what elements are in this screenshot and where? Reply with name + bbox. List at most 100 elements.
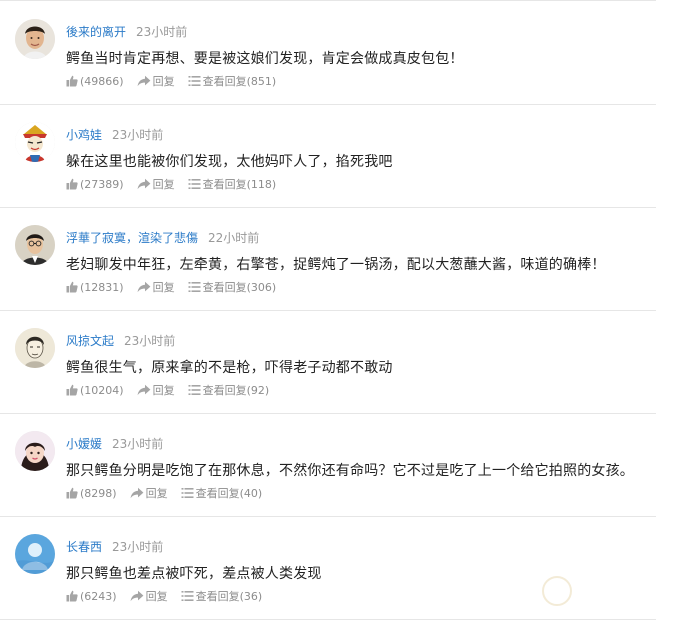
comment-text: 躲在这里也能被你们发现，太他妈吓人了，掐死我吧 <box>66 154 393 170</box>
thumbs-up-icon <box>66 281 78 293</box>
comment-header: 长春西 23小时前 <box>66 537 163 555</box>
reply-button[interactable]: 回复 <box>130 485 168 501</box>
timestamp: 23小时前 <box>112 539 164 554</box>
comment-actions: (49866) 回复 查看回复 (851) <box>66 73 289 89</box>
comment-header: 浮華了寂寞，渲染了悲傷 22小时前 <box>66 228 259 246</box>
like-count: (6243) <box>80 589 117 603</box>
avatar[interactable] <box>15 122 55 162</box>
view-replies-label: 查看回复 <box>195 487 240 500</box>
reply-button[interactable]: 回复 <box>137 279 175 295</box>
comment-item: 风掠文起 23小时前 鳄鱼很生气，原来拿的不是枪，吓得老子动都不敢动 (1020… <box>0 310 699 413</box>
comment-actions: (6243) 回复 查看回复 (36) <box>66 588 275 604</box>
like-button[interactable]: (8298) <box>66 487 117 500</box>
reply-count: (92) <box>246 383 270 397</box>
avatar[interactable] <box>15 19 55 59</box>
username-link[interactable]: 小鸡娃 <box>66 126 102 143</box>
username-link[interactable]: 小嫒媛 <box>66 435 102 452</box>
like-button[interactable]: (10204) <box>66 384 124 397</box>
avatar[interactable] <box>15 225 55 265</box>
timestamp: 23小时前 <box>136 24 188 39</box>
default-blue-avatar-icon <box>15 534 55 574</box>
comment-text: 鳄鱼当时肯定再想、要是被这娘们发现，肯定会做成真皮包包！ <box>66 51 464 67</box>
view-replies-button[interactable]: 查看回复 (851) <box>188 73 277 89</box>
comment-item: 後来的离开 23小时前 鳄鱼当时肯定再想、要是被这娘们发现，肯定会做成真皮包包！… <box>0 1 699 104</box>
list-icon <box>188 179 201 189</box>
list-icon <box>181 591 194 601</box>
watermark-emblem-icon <box>542 576 572 606</box>
reply-count: (36) <box>239 589 263 603</box>
view-replies-label: 查看回复 <box>202 178 247 191</box>
comment-header: 小嫒媛 23小时前 <box>66 434 163 452</box>
reply-count: (40) <box>239 486 263 500</box>
comment-header: 小鸡娃 23小时前 <box>66 125 163 143</box>
reply-label: 回复 <box>152 281 175 294</box>
comment-item: 小嫒媛 23小时前 那只鳄鱼分明是吃饱了在那休息，不然你还有命吗？它不过是吃了上… <box>0 413 699 516</box>
thumbs-up-icon <box>66 178 78 190</box>
reply-arrow-icon <box>137 384 150 396</box>
username-link[interactable]: 浮華了寂寞，渲染了悲傷 <box>66 229 198 246</box>
list-icon <box>188 76 201 86</box>
young-man-avatar-icon <box>15 19 55 59</box>
thumbs-up-icon <box>66 487 78 499</box>
comment-text: 老妇聊发中年狂，左牵黄，右擎苍，捉鳄炖了一锅汤，配以大葱蘸大酱，味道的确棒！ <box>66 257 606 273</box>
timestamp: 23小时前 <box>112 436 164 451</box>
comment-actions: (27389) 回复 查看回复 (118) <box>66 176 289 192</box>
username-link[interactable]: 後来的离开 <box>66 23 126 40</box>
comment-actions: (10204) 回复 查看回复 (92) <box>66 382 282 398</box>
watermark-logo <box>542 570 692 614</box>
avatar[interactable] <box>15 534 55 574</box>
girl-avatar-icon <box>15 431 55 471</box>
thumbs-up-icon <box>66 590 78 602</box>
reply-label: 回复 <box>152 75 175 88</box>
reply-count: (851) <box>246 74 277 88</box>
avatar[interactable] <box>15 431 55 471</box>
reply-arrow-icon <box>137 281 150 293</box>
reply-button[interactable]: 回复 <box>137 382 175 398</box>
reply-count: (118) <box>246 177 277 191</box>
reply-arrow-icon <box>130 487 143 499</box>
list-icon <box>181 488 194 498</box>
thumbs-up-icon <box>66 75 78 87</box>
comment-actions: (12831) 回复 查看回复 (306) <box>66 279 289 295</box>
comment-text: 鳄鱼很生气，原来拿的不是枪，吓得老子动都不敢动 <box>66 360 393 376</box>
timestamp: 23小时前 <box>112 127 164 142</box>
comment-item: 小鸡娃 23小时前 躲在这里也能被你们发现，太他妈吓人了，掐死我吧 (27389… <box>0 104 699 207</box>
view-replies-button[interactable]: 查看回复 (36) <box>181 588 263 604</box>
avatar[interactable] <box>15 328 55 368</box>
comment-header: 风掠文起 23小时前 <box>66 331 175 349</box>
view-replies-label: 查看回复 <box>202 75 247 88</box>
view-replies-label: 查看回复 <box>202 281 247 294</box>
like-button[interactable]: (6243) <box>66 590 117 603</box>
list-icon <box>188 385 201 395</box>
divider <box>0 619 656 620</box>
reply-label: 回复 <box>145 487 168 500</box>
sketch-portrait-avatar-icon <box>15 328 55 368</box>
view-replies-button[interactable]: 查看回复 (306) <box>188 279 276 295</box>
list-icon <box>188 282 201 292</box>
like-count: (12831) <box>80 280 124 294</box>
comment-text: 那只鳄鱼分明是吃饱了在那休息，不然你还有命吗？它不过是吃了上一个给它拍照的女孩。 <box>66 463 634 479</box>
view-replies-label: 查看回复 <box>202 384 247 397</box>
reply-button[interactable]: 回复 <box>130 588 168 604</box>
reply-button[interactable]: 回复 <box>137 176 175 192</box>
like-count: (8298) <box>80 486 117 500</box>
view-replies-button[interactable]: 查看回复 (92) <box>188 382 270 398</box>
timestamp: 23小时前 <box>124 333 176 348</box>
reply-arrow-icon <box>130 590 143 602</box>
like-button[interactable]: (49866) <box>66 75 124 88</box>
view-replies-label: 查看回复 <box>195 590 240 603</box>
reply-label: 回复 <box>145 590 168 603</box>
like-count: (49866) <box>80 74 124 88</box>
reply-arrow-icon <box>137 178 150 190</box>
like-button[interactable]: (12831) <box>66 281 124 294</box>
username-link[interactable]: 风掠文起 <box>66 332 114 349</box>
username-link[interactable]: 长春西 <box>66 538 102 555</box>
reply-button[interactable]: 回复 <box>137 73 175 89</box>
like-button[interactable]: (27389) <box>66 178 124 191</box>
view-replies-button[interactable]: 查看回复 (40) <box>181 485 263 501</box>
like-count: (10204) <box>80 383 124 397</box>
view-replies-button[interactable]: 查看回复 (118) <box>188 176 277 192</box>
timestamp: 22小时前 <box>208 230 260 245</box>
opera-mask-avatar-icon <box>15 122 55 162</box>
reply-label: 回复 <box>152 384 175 397</box>
